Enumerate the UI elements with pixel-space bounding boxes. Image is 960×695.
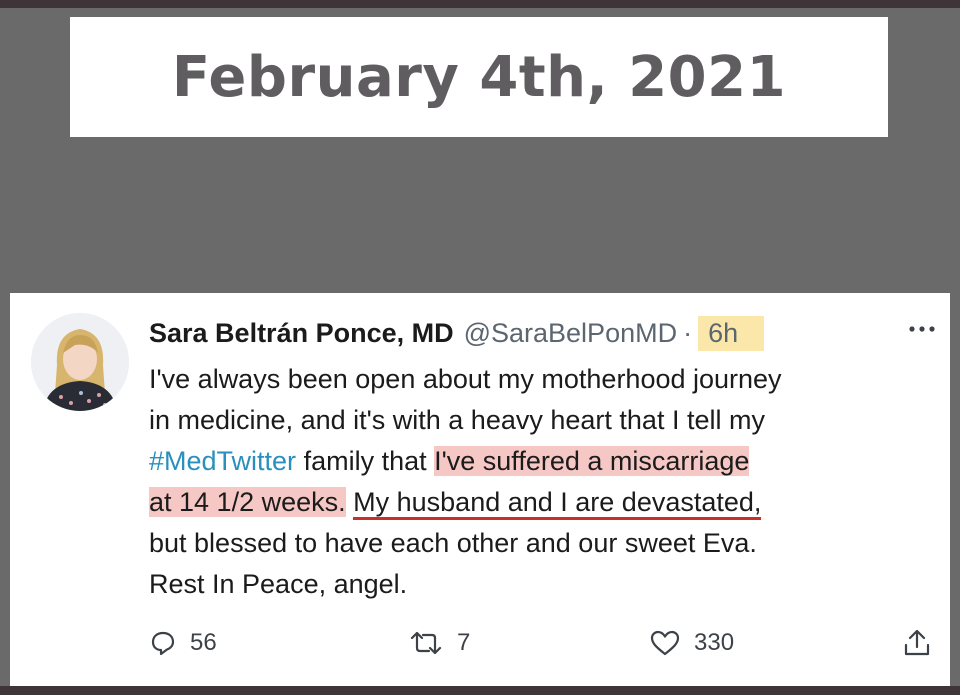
- tweet-header: Sara Beltrán Ponce, MD @SaraBelPonMD · 6…: [149, 313, 765, 353]
- highlighted-text: at 14 1/2 weeks.: [149, 487, 346, 517]
- avatar[interactable]: [31, 313, 129, 411]
- share-button[interactable]: [902, 623, 946, 663]
- reply-count: 56: [190, 629, 217, 656]
- share-icon: [904, 629, 930, 656]
- bottom-border: [0, 686, 960, 695]
- tweet-line: but blessed to have each other and our s…: [149, 528, 757, 558]
- tweet-timestamp[interactable]: 6h: [698, 315, 765, 351]
- like-button[interactable]: 330: [650, 623, 734, 663]
- hashtag-link[interactable]: #MedTwitter: [149, 446, 296, 476]
- author-handle[interactable]: @SaraBelPonMD: [464, 318, 678, 349]
- tweet-text-segment: family that: [296, 446, 435, 476]
- reply-icon: [151, 631, 175, 656]
- retweet-button[interactable]: 7: [409, 623, 470, 663]
- header-separator: ·: [683, 317, 693, 348]
- like-count: 330: [694, 629, 735, 656]
- tweet-line: at 14 1/2 weeks. My husband and I are de…: [149, 482, 939, 523]
- underlined-text: My husband and I are devastated,: [353, 487, 762, 520]
- tweet-actions: 56 7 330: [10, 623, 950, 663]
- retweet-count: 7: [457, 629, 471, 656]
- tweet-line: #MedTwitter family that I've suffered a …: [149, 441, 939, 482]
- reply-button[interactable]: 56: [150, 623, 217, 663]
- more-icon[interactable]: [906, 319, 938, 339]
- highlighted-text: I've suffered a miscarriage: [434, 446, 750, 476]
- tweet-text-segment: [346, 487, 354, 517]
- tweet-line: Rest In Peace, angel.: [149, 569, 408, 599]
- date-banner: February 4th, 2021: [70, 17, 888, 137]
- tweet-line: I've always been open about my motherhoo…: [149, 364, 782, 394]
- tweet-line: in medicine, and it's with a heavy heart…: [149, 405, 765, 435]
- date-text: February 4th, 2021: [171, 44, 787, 110]
- top-border: [0, 0, 960, 8]
- like-icon: [650, 630, 680, 656]
- retweet-icon: [410, 631, 442, 655]
- tweet-card[interactable]: Sara Beltrán Ponce, MD @SaraBelPonMD · 6…: [10, 293, 950, 686]
- avatar-photo: [31, 313, 129, 411]
- author-name[interactable]: Sara Beltrán Ponce, MD: [149, 318, 454, 349]
- tweet-text: I've always been open about my motherhoo…: [149, 359, 939, 605]
